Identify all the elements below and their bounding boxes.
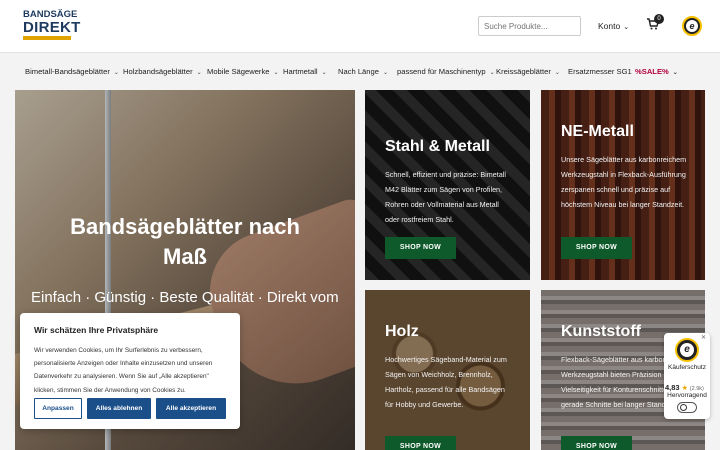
accept-all-button[interactable]: Alle akzeptieren <box>156 398 226 419</box>
logo[interactable]: BANDSÄGE DIREKT <box>23 10 81 44</box>
hero-title: Bandsägeblätter nach Maß <box>15 212 355 272</box>
nav-item-ersatzmesser[interactable]: Ersatzmesser SG1 <box>568 67 632 76</box>
nav-item-label: %SALE% <box>635 67 669 76</box>
customize-button[interactable]: Anpassen <box>34 398 82 419</box>
rating-value: 4,83 <box>665 383 680 392</box>
category-tile-holz[interactable]: Holz Hochwertiges Sägeband-Material zum … <box>365 290 530 450</box>
cookie-text: Wir verwenden Cookies, um Ihr Surferlebn… <box>34 347 213 394</box>
nav-item-label: Ersatzmesser SG1 <box>568 67 632 76</box>
chevron-down-icon: ⌄ <box>196 70 202 76</box>
chevron-down-icon: ⌄ <box>113 70 119 76</box>
shop-now-button[interactable]: SHOP NOW <box>561 436 632 450</box>
shop-now-button[interactable]: SHOP NOW <box>561 237 632 259</box>
tile-title: Stahl & Metall <box>385 138 490 155</box>
trusted-shops-icon[interactable]: e <box>682 16 702 36</box>
cart-count-badge: 0 <box>654 14 664 24</box>
hero-title-line1: Bandsägeblätter nach <box>70 214 300 239</box>
cookie-banner: Wir schätzen Ihre Privatsphäre Wir verwe… <box>20 313 240 429</box>
nav-item-laenge[interactable]: Nach Länge ⌄ <box>338 67 388 76</box>
chevron-down-icon: ⌄ <box>273 70 279 76</box>
nav-item-label: Nach Länge <box>338 67 379 76</box>
nav-item-label: Hartmetall <box>283 67 318 76</box>
tile-title: NE-Metall <box>561 123 634 140</box>
reject-all-button[interactable]: Alles ablehnen <box>87 398 151 419</box>
nav-item-label: Bimetall-Bandsägeblätter <box>25 67 110 76</box>
nav-item-label: passend für Maschinentyp <box>397 67 486 76</box>
nav-item-holz[interactable]: Holzbandsägeblätter ⌄ <box>123 67 202 76</box>
chevron-down-icon: ⌄ <box>672 70 678 76</box>
search-input[interactable] <box>478 16 581 36</box>
shop-now-button[interactable]: SHOP NOW <box>385 237 456 259</box>
category-tile-stahl[interactable]: Stahl & Metall Schnell, effizient und pr… <box>365 90 530 280</box>
shop-now-button[interactable]: SHOP NOW <box>385 436 456 450</box>
logo-bar <box>23 36 71 40</box>
nav-item-kreissaege[interactable]: Kreissägeblätter ⌄ <box>496 67 560 76</box>
hero-title-line2: Maß <box>163 244 207 269</box>
trusted-rating: 4,83 ★ (2.9k) <box>665 383 711 392</box>
star-icon: ★ <box>681 385 688 392</box>
tile-text: Hochwertiges Sägeband-Material zum Sägen… <box>385 355 507 409</box>
trusted-label: Käuferschutz <box>668 364 706 371</box>
logo-line2: DIREKT <box>23 19 81 36</box>
nav-item-sale[interactable]: %SALE% ⌄ <box>635 67 678 76</box>
widget-toggle[interactable] <box>677 402 697 413</box>
chevron-down-icon: ⌄ <box>623 24 630 31</box>
nav-item-saegewerke[interactable]: Mobile Sägewerke ⌄ <box>207 67 279 76</box>
toggle-knob-icon <box>680 404 687 411</box>
nav-item-maschinentyp[interactable]: passend für Maschinentyp ⌄ <box>397 67 495 76</box>
chevron-down-icon: ⌄ <box>554 70 560 76</box>
rating-verdict: Hervorragend <box>667 392 707 399</box>
category-tile-ne-metall[interactable]: NE-Metall Unsere Sägeblätter aus karbonr… <box>541 90 705 280</box>
site-header: BANDSÄGE DIREKT Konto⌄ 0 e <box>0 0 720 52</box>
chevron-down-icon: ⌄ <box>489 70 495 76</box>
nav-item-label: Holzbandsägeblätter <box>123 67 193 76</box>
tile-text: Schnell, effizient und präzise: Bimetall… <box>385 170 506 224</box>
close-icon[interactable]: ✕ <box>701 334 706 341</box>
main-nav: Bimetall-Bandsägeblätter ⌄ Holzbandsägebl… <box>0 52 720 90</box>
chevron-down-icon: ⌄ <box>382 70 388 76</box>
cookie-title: Wir schätzen Ihre Privatsphäre <box>34 325 159 335</box>
tile-title: Holz <box>385 323 419 340</box>
chevron-down-icon: ⌄ <box>321 70 327 76</box>
account-label: Konto <box>598 21 621 31</box>
hero-tagline: Einfach · Günstig · Beste Qualität · Dir… <box>31 289 339 306</box>
account-menu[interactable]: Konto ⌄ <box>598 21 629 31</box>
nav-item-label: Mobile Sägewerke <box>207 67 270 76</box>
tile-text: Unsere Sägeblätter aus karbonreichem Wer… <box>561 155 687 209</box>
trusted-shops-widget[interactable]: ✕ e Käuferschutz 4,83 ★ (2.9k) Hervorrag… <box>664 333 710 419</box>
nav-item-hartmetall[interactable]: Hartmetall ⌄ <box>283 67 327 76</box>
tile-title: Kunststoff <box>561 323 641 340</box>
nav-item-label: Kreissägeblätter <box>496 67 551 76</box>
trusted-shops-seal-icon: e <box>675 338 699 362</box>
nav-item-bimetall[interactable]: Bimetall-Bandsägeblätter ⌄ <box>25 67 119 76</box>
